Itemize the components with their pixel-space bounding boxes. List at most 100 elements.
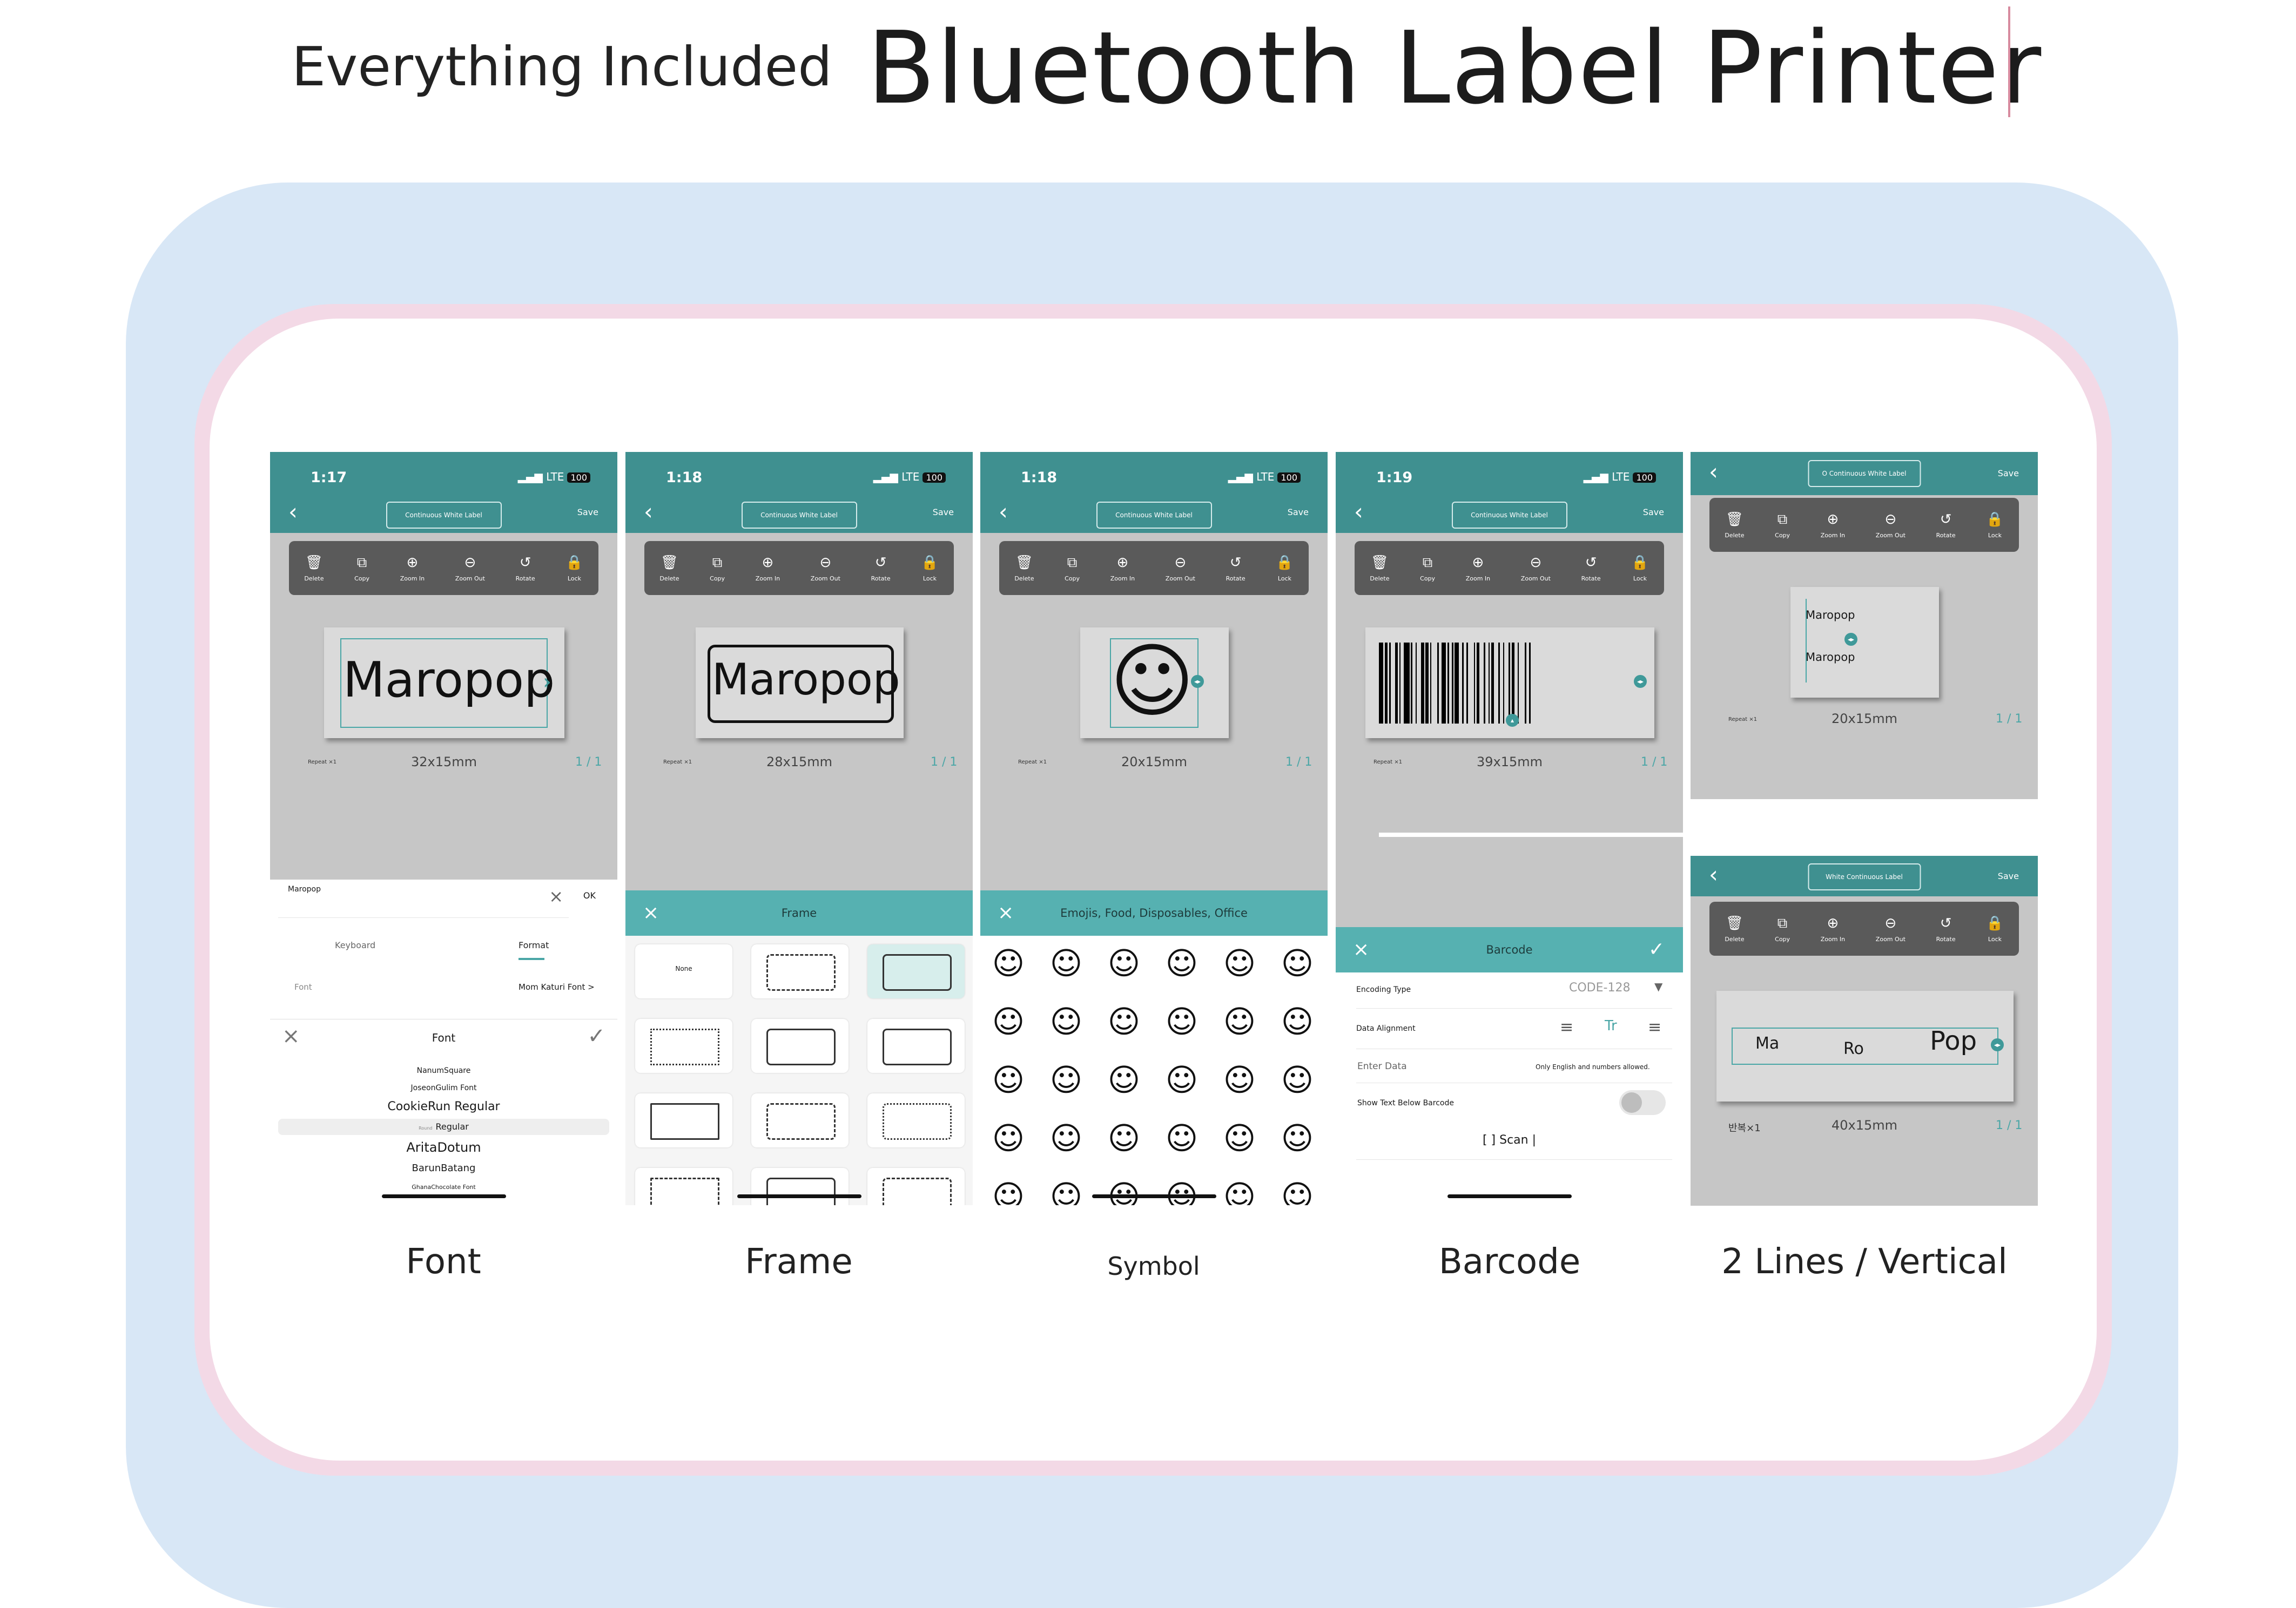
rotate-button[interactable]: ↺ Rotate xyxy=(1226,555,1245,582)
emoji-smiley-icon[interactable]: ☺ xyxy=(1102,1000,1146,1043)
emoji-smiley-icon[interactable]: ☺ xyxy=(1045,1000,1088,1043)
emoji-smiley-icon[interactable]: ☺ xyxy=(1045,942,1088,985)
copy-button[interactable]: ⧉ Copy xyxy=(1775,915,1790,943)
label-canvas[interactable]: ☺ ◂▸ xyxy=(1080,627,1229,738)
close-icon[interactable]: × xyxy=(1353,927,1369,972)
copy-button[interactable]: ⧉ Copy xyxy=(354,555,369,582)
frame-option[interactable] xyxy=(867,1019,965,1073)
delete-button[interactable]: 🗑 Delete xyxy=(1370,555,1389,582)
delete-button[interactable]: 🗑 Delete xyxy=(1725,915,1744,943)
emoji-smiley-icon[interactable]: ☺ xyxy=(987,1117,1030,1160)
zoom-out-button[interactable]: ⊖ Zoom Out xyxy=(1521,555,1551,582)
emoji-smiley-icon[interactable]: ☺ xyxy=(1160,1000,1203,1043)
resize-handle[interactable]: ◂▸ xyxy=(1844,633,1857,646)
zoom-in-button[interactable]: ⊕ Zoom In xyxy=(1821,511,1845,539)
resize-handle[interactable]: ◂▸ xyxy=(1191,675,1204,688)
close-icon[interactable]: × xyxy=(998,890,1014,936)
align-right-icon[interactable]: ≡ xyxy=(1648,1018,1661,1037)
enter-data-input[interactable]: Enter Data xyxy=(1357,1061,1407,1072)
show-text-toggle[interactable] xyxy=(1619,1090,1666,1115)
frame-option[interactable] xyxy=(751,1093,849,1147)
save-button[interactable]: Save xyxy=(1643,507,1664,517)
frame-option[interactable] xyxy=(751,1168,849,1205)
lock-button[interactable]: 🔒 Lock xyxy=(1276,555,1293,582)
align-left-icon[interactable]: ≡ xyxy=(1560,1018,1573,1037)
zoom-in-button[interactable]: ⊕ Zoom In xyxy=(400,555,425,582)
label-canvas[interactable]: Ma Ro Pop ◂▸ xyxy=(1716,991,2014,1102)
back-icon[interactable]: ‹ xyxy=(999,498,1008,525)
tab-format[interactable]: Format xyxy=(519,940,549,950)
emoji-smiley-icon[interactable]: ☺ xyxy=(1102,1175,1146,1205)
rotate-button[interactable]: ↺ Rotate xyxy=(1936,915,1956,943)
emoji-smiley-icon[interactable]: ☺ xyxy=(1102,1058,1146,1102)
frame-option[interactable]: None xyxy=(635,944,732,998)
label-type-button[interactable]: Continuous White Label xyxy=(1451,502,1567,529)
chevron-down-icon[interactable]: ▼ xyxy=(1654,980,1662,993)
back-icon[interactable]: ‹ xyxy=(1354,498,1363,525)
zoom-out-button[interactable]: ⊖ Zoom Out xyxy=(1876,511,1906,539)
copy-button[interactable]: ⧉ Copy xyxy=(1775,511,1790,539)
repeat-count[interactable]: Repeat ×1 xyxy=(1373,759,1402,765)
emoji-smiley-icon[interactable]: ☺ xyxy=(1160,942,1203,985)
back-icon[interactable]: ‹ xyxy=(1709,458,1718,485)
frame-option[interactable] xyxy=(751,1019,849,1073)
frame-option[interactable] xyxy=(635,1093,732,1147)
emoji-smiley-icon[interactable]: ☺ xyxy=(1276,1117,1319,1160)
copy-button[interactable]: ⧉ Copy xyxy=(1065,555,1080,582)
label-canvas[interactable]: ◂▸ ▴ xyxy=(1365,627,1654,738)
encoding-type-select[interactable]: CODE-128 xyxy=(1569,981,1630,995)
lock-button[interactable]: 🔒 Lock xyxy=(1631,555,1648,582)
resize-handle[interactable]: › xyxy=(543,670,551,694)
delete-button[interactable]: 🗑 Delete xyxy=(1725,511,1744,539)
lock-button[interactable]: 🔒 Lock xyxy=(921,555,938,582)
back-icon[interactable]: ‹ xyxy=(644,498,653,525)
emoji-smiley-icon[interactable]: ☺ xyxy=(1160,1117,1203,1160)
zoom-out-button[interactable]: ⊖ Zoom Out xyxy=(1166,555,1195,582)
frame-option[interactable] xyxy=(867,1168,965,1205)
save-button[interactable]: Save xyxy=(577,507,598,517)
emoji-smiley-icon[interactable]: ☺ xyxy=(1218,942,1261,985)
check-icon[interactable]: ✓ xyxy=(1648,927,1665,972)
label-type-button[interactable]: White Continuous Label xyxy=(1808,863,1921,890)
font-list-item[interactable]: BarunBatang xyxy=(278,1160,609,1177)
font-list-item[interactable]: Round Regular xyxy=(278,1119,609,1135)
rotate-button[interactable]: ↺ Rotate xyxy=(871,555,891,582)
save-button[interactable]: Save xyxy=(1288,507,1309,517)
frame-option[interactable] xyxy=(867,1093,965,1147)
emoji-smiley-icon[interactable]: ☺ xyxy=(987,1058,1030,1102)
emoji-smiley-icon[interactable]: ☺ xyxy=(1276,942,1319,985)
emoji-smiley-icon[interactable]: ☺ xyxy=(1045,1175,1088,1205)
font-list-item[interactable]: JoseonGulim Font xyxy=(278,1080,609,1095)
zoom-out-button[interactable]: ⊖ Zoom Out xyxy=(811,555,840,582)
copy-button[interactable]: ⧉ Copy xyxy=(1420,555,1435,582)
label-type-button[interactable]: O Continuous White Label xyxy=(1808,460,1921,487)
close-icon[interactable]: × xyxy=(643,890,659,936)
scan-button[interactable]: [ ] Scan | xyxy=(1336,1133,1683,1147)
emoji-smiley-icon[interactable]: ☺ xyxy=(1218,1117,1261,1160)
emoji-smiley-icon[interactable]: ☺ xyxy=(987,1175,1030,1205)
save-button[interactable]: Save xyxy=(1998,468,2019,478)
resize-handle[interactable]: ◂▸ xyxy=(1634,675,1647,688)
label-canvas[interactable]: Maropop xyxy=(696,627,904,738)
emoji-smiley-icon[interactable]: ☺ xyxy=(1218,1175,1261,1205)
emoji-smiley-icon[interactable]: ☺ xyxy=(1045,1117,1088,1160)
repeat-count[interactable]: Repeat ×1 xyxy=(663,759,692,765)
align-center-icon[interactable]: Tr xyxy=(1605,1018,1617,1034)
check-icon[interactable]: ✓ xyxy=(587,1024,605,1049)
font-list-item[interactable]: GhanaChocolate Font xyxy=(278,1179,609,1193)
label-type-button[interactable]: Continuous White Label xyxy=(386,502,502,529)
save-button[interactable]: Save xyxy=(1998,871,2019,881)
zoom-in-button[interactable]: ⊕ Zoom In xyxy=(1110,555,1135,582)
emoji-smiley-icon[interactable]: ☺ xyxy=(1160,1058,1203,1102)
delete-button[interactable]: 🗑 Delete xyxy=(1014,555,1034,582)
save-button[interactable]: Save xyxy=(933,507,954,517)
back-icon[interactable]: ‹ xyxy=(1709,861,1718,888)
copy-button[interactable]: ⧉ Copy xyxy=(710,555,725,582)
delete-button[interactable]: 🗑 Delete xyxy=(659,555,679,582)
emoji-smiley-icon[interactable]: ☺ xyxy=(1102,942,1146,985)
resize-handle[interactable]: ◂▸ xyxy=(1991,1038,2004,1051)
lock-button[interactable]: 🔒 Lock xyxy=(565,555,583,582)
repeat-count[interactable]: Repeat ×1 xyxy=(1018,759,1047,765)
zoom-in-button[interactable]: ⊕ Zoom In xyxy=(756,555,780,582)
lock-button[interactable]: 🔒 Lock xyxy=(1986,915,2003,943)
